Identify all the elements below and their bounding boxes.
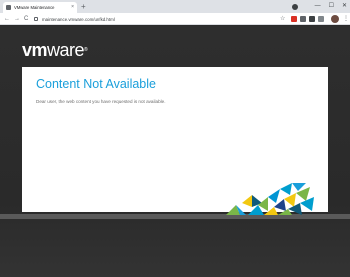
bookmark-star-icon[interactable]: ☆ xyxy=(280,13,285,25)
window-close-button[interactable]: ✕ xyxy=(342,1,347,11)
extensions-puzzle-icon[interactable] xyxy=(318,16,324,22)
back-button[interactable]: ← xyxy=(4,13,10,25)
logo-vm: vm xyxy=(22,40,48,60)
unavailable-message: Dear user, the web content you have requ… xyxy=(36,99,166,104)
extension-gray-icon[interactable] xyxy=(300,16,306,22)
extension-dark-icon[interactable] xyxy=(309,16,315,22)
window-controls: — ☐ ✕ xyxy=(315,1,347,11)
tab-strip: VMware Maintenance × + — ☐ ✕ xyxy=(0,0,350,13)
minimize-button[interactable]: — xyxy=(315,1,321,11)
extension-badge-icon[interactable] xyxy=(292,4,298,10)
profile-avatar[interactable] xyxy=(331,15,339,23)
logo-registered-mark: ® xyxy=(84,47,88,53)
logo-ware: ware xyxy=(47,40,85,60)
forward-button[interactable]: → xyxy=(14,13,20,25)
address-bar[interactable]: maintenance.vmware.com/unfkd.html xyxy=(34,15,274,23)
page-favicon-icon xyxy=(6,5,11,10)
browser-toolbar: ← → C maintenance.vmware.com/unfkd.html … xyxy=(0,13,350,25)
page-content: vmware® Content Not Available Dear user,… xyxy=(0,26,350,277)
vmware-logo: vmware® xyxy=(22,40,88,60)
page-title: Content Not Available xyxy=(36,77,156,91)
decorative-triangles-graphic xyxy=(226,183,314,215)
reload-button[interactable]: C xyxy=(24,13,28,25)
browser-menu-icon[interactable]: ⋮ xyxy=(343,13,349,25)
new-tab-button[interactable]: + xyxy=(81,2,86,12)
extension-red-icon[interactable] xyxy=(291,16,297,22)
tab-vmware-maintenance[interactable]: VMware Maintenance × xyxy=(3,2,77,13)
maximize-button[interactable]: ☐ xyxy=(329,1,334,11)
tab-title: VMware Maintenance xyxy=(14,5,55,10)
url-text: maintenance.vmware.com/unfkd.html xyxy=(42,16,115,22)
tab-close-icon[interactable]: × xyxy=(71,5,74,10)
lock-icon xyxy=(34,17,38,21)
